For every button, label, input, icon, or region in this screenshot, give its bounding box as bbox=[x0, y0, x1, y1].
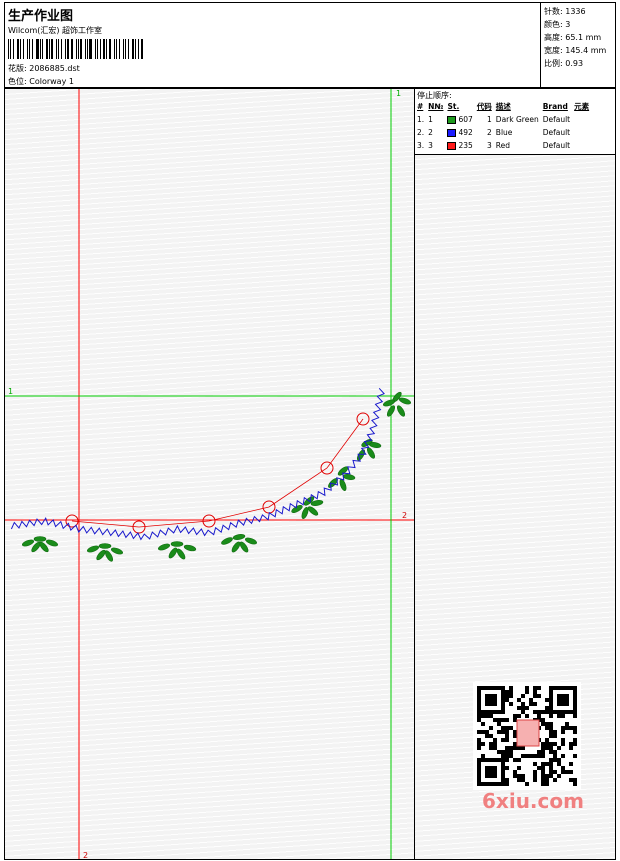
barcode-bar bbox=[86, 39, 88, 59]
barcode-bar bbox=[141, 39, 143, 59]
table-row[interactable]: 1. 1 607 1 Dark Green Default bbox=[415, 113, 591, 126]
colorway-line: 色位: Colorway 1 bbox=[8, 76, 74, 87]
barcode-bar bbox=[113, 39, 115, 59]
leaf-cluster bbox=[157, 541, 197, 560]
barcode-bar bbox=[75, 39, 77, 59]
barcode-bar bbox=[119, 39, 120, 59]
table-header-row: # N№ St. 代码 描述 Brand 元素 bbox=[415, 100, 591, 113]
barcode-bar bbox=[94, 39, 96, 59]
column-header: 描述 bbox=[495, 102, 511, 111]
qr-logo bbox=[516, 719, 540, 747]
barcode-bar bbox=[135, 39, 136, 59]
color-swatch bbox=[447, 116, 457, 124]
barcode-bar bbox=[124, 39, 127, 59]
barcode-bar bbox=[8, 39, 10, 59]
barcode-bar bbox=[51, 39, 54, 59]
table-row[interactable]: 3. 3 235 3 Red Default bbox=[415, 139, 591, 152]
barcode-bar bbox=[103, 39, 105, 59]
barcode-bar bbox=[115, 39, 118, 59]
stat-height: 高度: 65.1 mm bbox=[544, 33, 602, 42]
colorway-value: Colorway 1 bbox=[29, 77, 74, 86]
barcode-bar bbox=[13, 39, 14, 59]
qr-code-graphic bbox=[477, 686, 577, 786]
stat-colors: 颜色: 3 bbox=[544, 20, 571, 29]
barcode-bar bbox=[89, 39, 92, 59]
barcode-bar bbox=[84, 39, 86, 59]
stats-panel: 针数: 1336 颜色: 3 高度: 65.1 mm 宽度: 145.4 mm … bbox=[540, 3, 617, 89]
leaf-cluster bbox=[86, 543, 124, 562]
stop-sequence-table: # N№ St. 代码 描述 Brand 元素 1. 1 607 1 Dark … bbox=[415, 100, 591, 152]
barcode-bar bbox=[56, 39, 58, 59]
column-header: 元素 bbox=[574, 102, 590, 111]
barcode-bar bbox=[31, 39, 34, 59]
table-row[interactable]: 2. 2 492 2 Blue Default bbox=[415, 126, 591, 139]
stat-stitches: 针数: 1336 bbox=[544, 7, 586, 16]
stat-width: 宽度: 145.4 mm bbox=[544, 46, 607, 55]
header-panel: 生产作业图 Wilcom(汇宏) 超饰工作室 花版: 2086885.dst 色… bbox=[4, 2, 617, 89]
design-file-line: 花版: 2086885.dst bbox=[8, 63, 80, 74]
guide-label-red-right: 2 bbox=[402, 511, 407, 520]
page-title: 生产作业图 bbox=[8, 9, 74, 24]
barcode-bar bbox=[22, 39, 25, 59]
barcode-bar bbox=[77, 39, 79, 59]
guide-label-green-top: 1 bbox=[396, 89, 401, 98]
column-header: 代码 bbox=[476, 102, 492, 111]
barcode-bar bbox=[96, 39, 98, 59]
column-header: N№ bbox=[428, 102, 444, 111]
column-header: # bbox=[417, 102, 424, 111]
barcode-bar bbox=[108, 39, 111, 59]
barcode-bar bbox=[99, 39, 101, 59]
leaf-cluster bbox=[382, 391, 412, 417]
leaf-cluster bbox=[21, 536, 59, 553]
guide-label-red-bottom: 2 bbox=[83, 851, 88, 860]
barcode-bar bbox=[122, 39, 124, 59]
barcode-bar bbox=[60, 39, 63, 59]
barcode-bar bbox=[48, 39, 50, 59]
qr-code[interactable] bbox=[473, 682, 581, 790]
barcode-bar bbox=[20, 39, 21, 59]
design-canvas[interactable]: 1 1 2 2 bbox=[4, 88, 415, 860]
barcode-bar bbox=[58, 39, 59, 59]
design-file-name: 2086885.dst bbox=[29, 64, 80, 73]
guide-label-green-left: 1 bbox=[8, 387, 13, 396]
stat-scale: 比例: 0.93 bbox=[544, 59, 584, 68]
green-leaf-clusters bbox=[21, 391, 412, 562]
barcode-bar bbox=[36, 39, 39, 59]
barcode bbox=[8, 39, 144, 59]
barcode-bar bbox=[80, 39, 82, 59]
leaf-cluster bbox=[221, 534, 258, 553]
watermark-text: 6xiu.com bbox=[482, 789, 584, 813]
barcode-bar bbox=[10, 39, 12, 59]
barcode-bar bbox=[39, 39, 41, 59]
barcode-bar bbox=[137, 39, 139, 59]
barcode-bar bbox=[131, 39, 135, 59]
red-stitch-path bbox=[71, 418, 364, 528]
column-header: Brand bbox=[542, 102, 568, 111]
stop-sequence-panel: 停止顺序: # N№ St. 代码 描述 Brand 元素 1. 1 607 1… bbox=[415, 89, 615, 155]
barcode-bar bbox=[128, 39, 129, 59]
barcode-bar bbox=[105, 39, 107, 59]
color-swatch bbox=[447, 142, 457, 150]
studio-name: Wilcom(汇宏) 超饰工作室 bbox=[8, 26, 103, 35]
barcode-bar bbox=[46, 39, 48, 59]
barcode-bar bbox=[65, 39, 67, 59]
barcode-bar bbox=[29, 39, 30, 59]
barcode-bar bbox=[70, 39, 73, 59]
barcode-bar bbox=[42, 39, 44, 59]
right-panel: 停止顺序: # N№ St. 代码 描述 Brand 元素 1. 1 607 1… bbox=[414, 88, 616, 860]
embroidery-preview: 1 1 2 2 bbox=[5, 89, 414, 860]
colorway-label: 色位: bbox=[8, 77, 27, 86]
color-swatch bbox=[447, 129, 457, 137]
barcode-bar bbox=[16, 39, 20, 59]
barcode-bar bbox=[67, 39, 69, 59]
barcode-bar bbox=[27, 39, 29, 59]
column-header: St. bbox=[447, 102, 460, 111]
design-label: 花版: bbox=[8, 64, 27, 73]
